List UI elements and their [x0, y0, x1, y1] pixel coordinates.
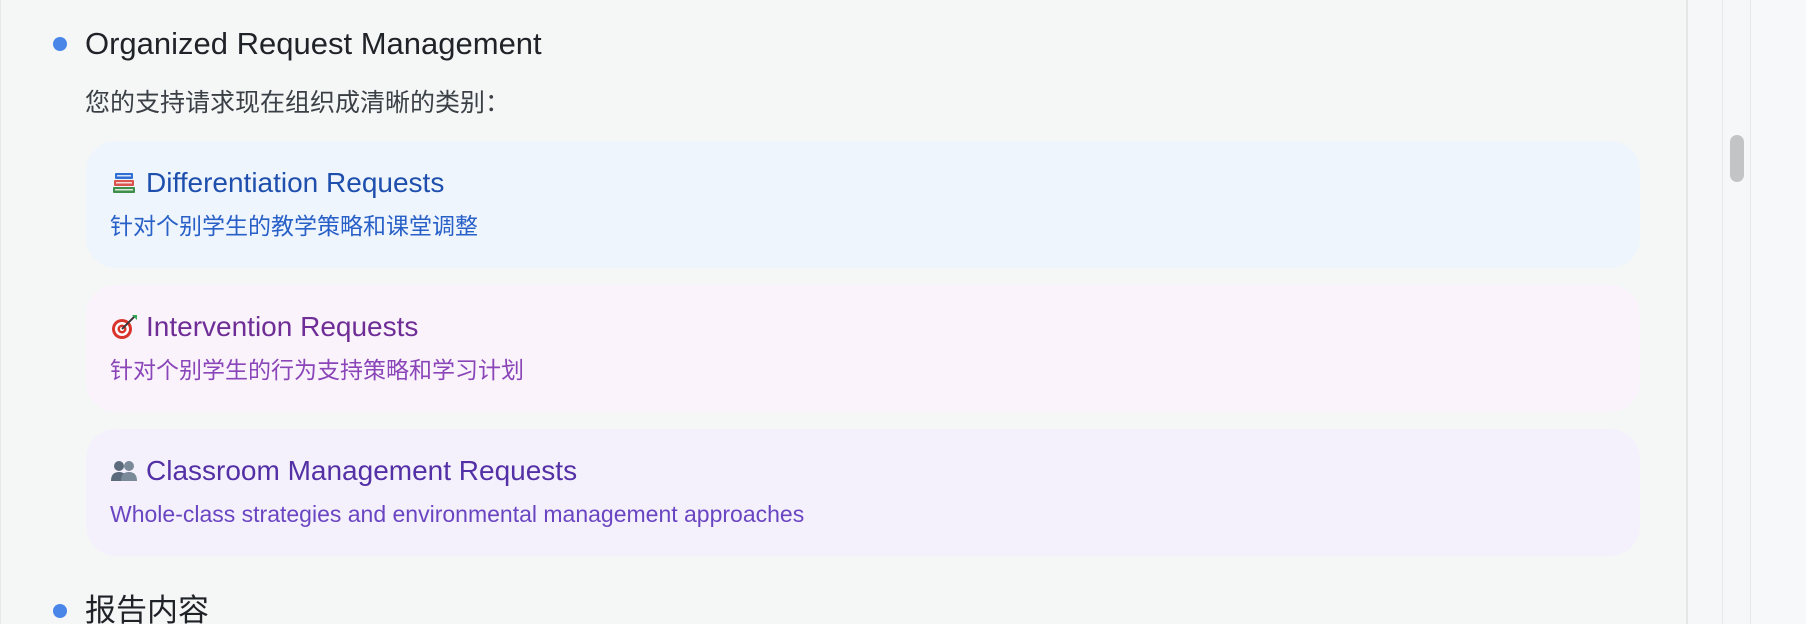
bullet-icon	[53, 37, 67, 51]
books-icon	[110, 169, 138, 197]
scrollbar-thumb[interactable]	[1730, 135, 1744, 182]
section-title: 报告内容	[85, 593, 209, 624]
section-intro: 您的支持请求现在组织成清晰的类别：	[85, 89, 511, 117]
category-card-differentiation: Differentiation Requests 针对个别学生的教学策略和课堂调…	[86, 141, 1640, 268]
card-title: Intervention Requests	[146, 311, 419, 342]
card-header: Intervention Requests	[110, 309, 418, 345]
card-description: 针对个别学生的行为支持策略和学习计划	[110, 357, 524, 383]
app-window: Organized Request Management 您的支持请求现在组织成…	[0, 0, 1806, 624]
card-header: Differentiation Requests	[110, 165, 444, 201]
section-heading-report-content: 报告内容	[53, 591, 209, 624]
right-panel	[1751, 0, 1806, 624]
card-title: Differentiation Requests	[146, 167, 445, 198]
scrollbar-track[interactable]	[1723, 0, 1751, 624]
card-title: Classroom Management Requests	[146, 455, 578, 486]
section-heading-organized-request-management: Organized Request Management	[53, 24, 542, 64]
category-card-classroom-management: Classroom Management Requests Whole-clas…	[86, 429, 1640, 556]
target-icon	[110, 313, 138, 341]
card-header: Classroom Management Requests	[110, 453, 577, 489]
pane-gutter	[1688, 0, 1723, 624]
category-card-intervention: Intervention Requests 针对个别学生的行为支持策略和学习计划	[86, 285, 1640, 412]
card-description: 针对个别学生的教学策略和课堂调整	[110, 213, 478, 239]
card-description: Whole-class strategies and environmental…	[110, 501, 805, 527]
people-icon	[110, 457, 138, 485]
main-content: Organized Request Management 您的支持请求现在组织成…	[0, 0, 1688, 624]
bullet-icon	[53, 604, 67, 618]
section-title: Organized Request Management	[85, 26, 542, 61]
